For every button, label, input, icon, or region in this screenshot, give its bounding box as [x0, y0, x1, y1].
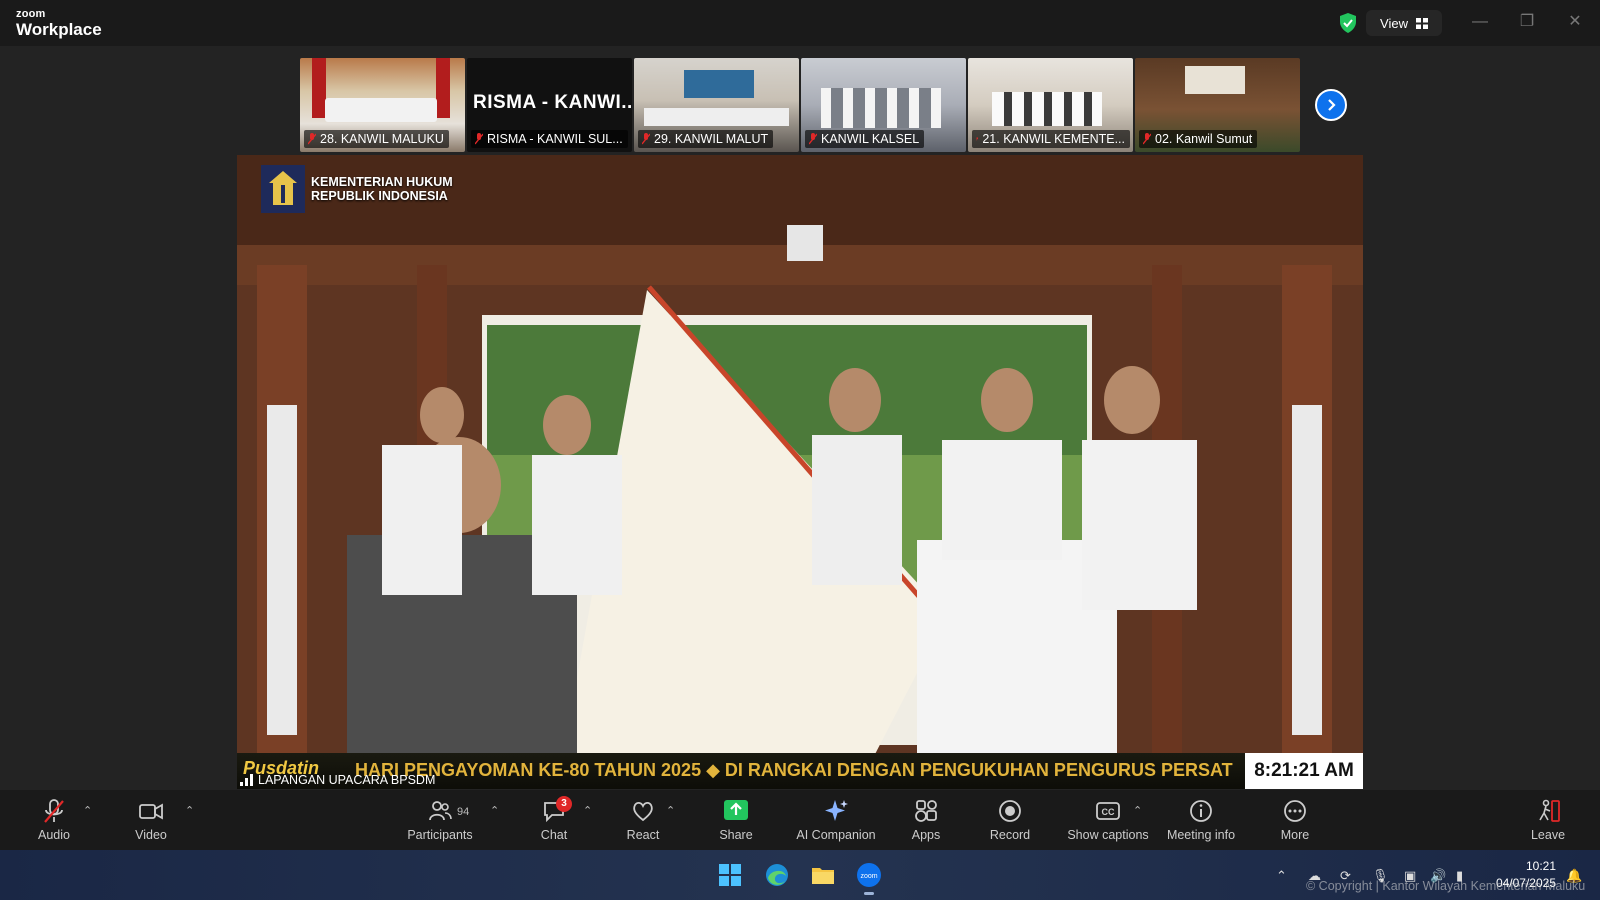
participant-name: 28. KANWIL MALUKU: [304, 130, 449, 148]
mic-muted-icon: [44, 799, 64, 823]
video-options-caret[interactable]: ⌃: [185, 804, 194, 817]
leave-icon: [1539, 799, 1560, 822]
ministry-watermark: KEMENTERIAN HUKUM REPUBLIK INDONESIA: [261, 165, 453, 213]
participant-name: 29. KANWIL MALUT: [638, 130, 774, 148]
chat-label: Chat: [540, 828, 568, 842]
active-app-indicator: [864, 892, 874, 895]
gallery-next-button[interactable]: [1315, 89, 1347, 121]
participant-tile[interactable]: 21. KANWIL KEMENTE...: [968, 58, 1133, 152]
minimize-button[interactable]: —: [1465, 10, 1495, 34]
show-captions-label: Show captions: [1067, 828, 1149, 842]
chat-unread-badge: 3: [556, 796, 572, 812]
mic-muted-icon: [475, 133, 483, 145]
copyright-watermark: © Copyright | Kantor Wilayah Kementerian…: [1306, 879, 1586, 893]
tray-overflow-chevron-icon[interactable]: ⌃: [1276, 868, 1287, 884]
zoom-app-icon[interactable]: zoom: [856, 862, 882, 888]
mic-muted-icon: [976, 137, 979, 141]
camera-icon: [139, 803, 163, 820]
edge-browser-icon[interactable]: [764, 862, 790, 888]
gallery-strip: 28. KANWIL MALUKU RISMA - KANWI... RISMA…: [300, 58, 1300, 152]
participants-button[interactable]: Participants: [392, 798, 488, 842]
mic-muted-icon: [642, 133, 650, 145]
chevron-right-icon: [1328, 99, 1336, 111]
more-dots-icon: [1284, 800, 1306, 822]
sparkle-icon: [825, 800, 848, 821]
participants-options-caret[interactable]: ⌃: [490, 804, 499, 817]
title-bar: zoom Workplace View — ❐ ✕: [0, 0, 1600, 46]
ministry-line1: KEMENTERIAN HUKUM: [311, 175, 453, 189]
brand-large: Workplace: [16, 20, 102, 39]
zoom-logo: zoom Workplace: [16, 8, 102, 39]
broadcast-clock: 8:21:21 AM: [1245, 753, 1363, 789]
share-screen-icon: [724, 800, 748, 820]
apps-button[interactable]: Apps: [878, 798, 974, 842]
participant-name: 21. KANWIL KEMENTE...: [972, 130, 1130, 148]
windows-start-icon[interactable]: [717, 862, 743, 888]
main-video[interactable]: KEMENTERIAN HUKUM REPUBLIK INDONESIA Pus…: [237, 155, 1363, 789]
participant-tile[interactable]: 02. Kanwil Sumut: [1135, 58, 1300, 152]
leave-button[interactable]: Leave: [1500, 798, 1596, 842]
mic-muted-icon: [809, 133, 817, 145]
meeting-info-button[interactable]: Meeting info: [1153, 798, 1249, 842]
mic-muted-icon: [1143, 133, 1151, 145]
heart-icon: [633, 801, 653, 822]
participant-name: 02. Kanwil Sumut: [1139, 130, 1258, 148]
record-label: Record: [989, 828, 1031, 842]
video-label: Video: [135, 828, 167, 842]
react-label: React: [626, 828, 660, 842]
news-ticker: HARI PENGAYOMAN KE-80 TAHUN 2025 ◆ DI RA…: [355, 760, 1233, 780]
participant-tile[interactable]: KANWIL KALSEL: [801, 58, 966, 152]
participant-tile[interactable]: 28. KANWIL MALUKU: [300, 58, 465, 152]
react-button[interactable]: React: [595, 798, 691, 842]
audio-label: Audio: [38, 828, 70, 842]
audio-options-caret[interactable]: ⌃: [83, 804, 92, 817]
brand-small: zoom: [16, 8, 46, 20]
participant-name: RISMA - KANWIL SUL...: [471, 130, 628, 148]
ministry-line2: REPUBLIK INDONESIA: [311, 189, 448, 203]
video-frame: [237, 155, 1363, 789]
view-label: View: [1380, 15, 1408, 31]
meeting-info-label: Meeting info: [1166, 828, 1236, 842]
record-button[interactable]: Record: [962, 798, 1058, 842]
mic-muted-icon: [308, 133, 316, 145]
ai-companion-button[interactable]: AI Companion: [788, 798, 884, 842]
info-icon: [1190, 800, 1212, 822]
apps-icon: [915, 800, 937, 822]
svg-text:CC: CC: [1102, 807, 1115, 817]
chat-options-caret[interactable]: ⌃: [583, 804, 592, 817]
participant-tile[interactable]: RISMA - KANWI... RISMA - KANWIL SUL...: [467, 58, 632, 152]
participants-icon: [429, 801, 452, 821]
apps-label: Apps: [911, 828, 941, 842]
maximize-button[interactable]: ❐: [1512, 10, 1542, 34]
participants-label: Participants: [407, 828, 473, 842]
captions-cc-icon: CC: [1096, 802, 1120, 820]
leave-label: Leave: [1530, 828, 1566, 842]
ministry-emblem-icon: [261, 165, 305, 213]
file-explorer-icon[interactable]: [810, 862, 836, 888]
speaker-name-tag: LAPANGAN UPACARA BPSDM: [240, 773, 435, 787]
ai-companion-label: AI Companion: [796, 828, 876, 842]
more-label: More: [1280, 828, 1310, 842]
participants-count: 94: [457, 806, 470, 818]
grid-icon: [1415, 17, 1428, 29]
shield-check-icon[interactable]: [1338, 12, 1358, 34]
share-button[interactable]: Share: [688, 798, 784, 842]
signal-bars-icon: [240, 774, 253, 786]
view-button[interactable]: View: [1366, 10, 1442, 36]
share-label: Share: [719, 828, 753, 842]
participant-name: KANWIL KALSEL: [805, 130, 925, 148]
venue-label: LAPANGAN UPACARA BPSDM: [258, 773, 436, 787]
close-button[interactable]: ✕: [1560, 10, 1590, 34]
more-button[interactable]: More: [1247, 798, 1343, 842]
react-options-caret[interactable]: ⌃: [666, 804, 675, 817]
participant-tile[interactable]: 29. KANWIL MALUT: [634, 58, 799, 152]
show-captions-button[interactable]: CC Show captions: [1053, 798, 1163, 842]
record-icon: [999, 800, 1021, 822]
svg-text:zoom: zoom: [860, 873, 877, 880]
captions-options-caret[interactable]: ⌃: [1133, 804, 1142, 817]
participant-initials: RISMA - KANWI...: [473, 92, 632, 113]
system-time: 10:21: [1525, 859, 1556, 873]
